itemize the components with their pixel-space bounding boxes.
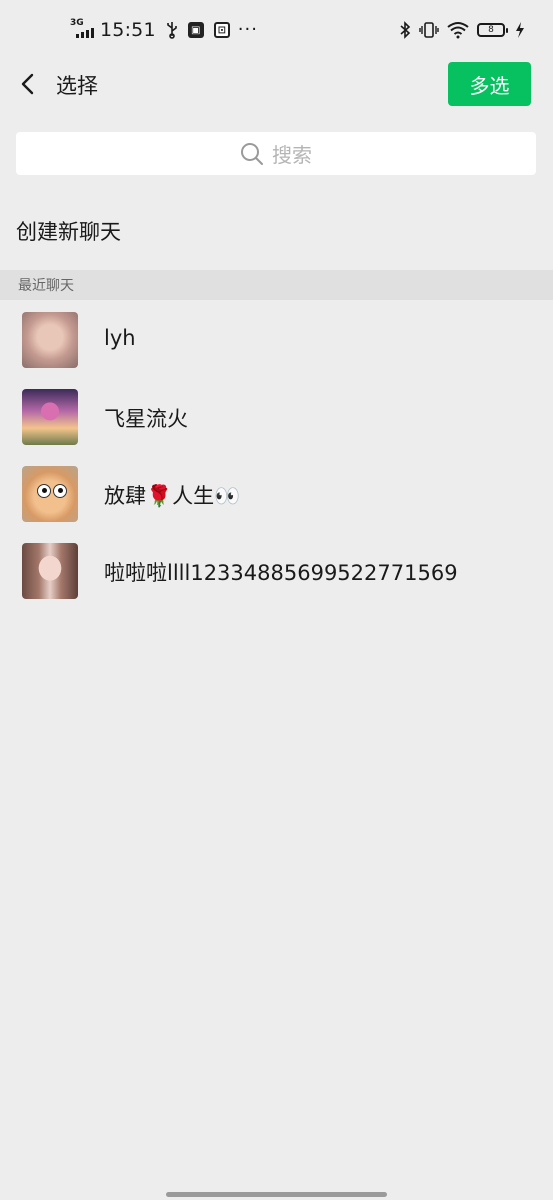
charging-icon — [515, 22, 525, 38]
recent-chats-header: 最近聊天 — [0, 270, 553, 300]
chat-name: 啦啦啦llll12334885699522771569 — [104, 561, 458, 585]
avatar — [22, 389, 78, 445]
bluetooth-icon — [399, 21, 411, 39]
network-type-label: 3G — [70, 18, 84, 28]
chat-item[interactable]: lyh — [0, 300, 553, 377]
section-title: 最近聊天 — [18, 278, 74, 294]
app-notification-icon: ▣ — [187, 22, 204, 38]
more-notifications-icon: ··· — [237, 19, 258, 40]
nav-header: 选择 多选 — [0, 60, 553, 110]
status-time: 15:51 — [100, 19, 156, 41]
home-indicator[interactable] — [166, 1192, 387, 1197]
search-input[interactable]: 搜索 — [16, 132, 536, 175]
status-bar-right: 8 — [391, 18, 525, 42]
avatar — [22, 312, 78, 368]
chat-name: 飞星流火 — [104, 407, 188, 431]
search-icon — [241, 142, 263, 165]
status-bar-left: 3G 15:51 ▣ ⊡ ··· — [70, 18, 258, 42]
app-notification-icon: ⊡ — [213, 22, 230, 38]
search-placeholder: 搜索 — [272, 143, 312, 167]
multi-select-button[interactable]: 多选 — [448, 62, 531, 106]
chevron-left-icon — [21, 73, 34, 95]
chat-name: lyh — [104, 326, 136, 350]
back-button[interactable] — [14, 68, 46, 100]
wifi-icon — [447, 21, 469, 39]
cellular-signal-icon: 3G — [70, 18, 98, 40]
avatar — [22, 466, 78, 522]
create-new-chat-button[interactable]: 创建新聊天 — [16, 216, 121, 246]
recent-chat-list: lyh 飞星流火 放肆🌹人生👀 啦啦啦llll12334885699522771… — [0, 300, 553, 608]
vibrate-icon — [419, 21, 439, 39]
chat-item[interactable]: 啦啦啦llll12334885699522771569 — [0, 531, 553, 608]
usb-icon — [166, 21, 178, 39]
battery-icon: 8 — [477, 23, 508, 37]
status-bar: 3G 15:51 ▣ ⊡ ··· 8 — [0, 0, 553, 60]
chat-item[interactable]: 飞星流火 — [0, 377, 553, 454]
avatar — [22, 543, 78, 599]
page-title: 选择 — [56, 74, 98, 98]
chat-name: 放肆🌹人生👀 — [104, 484, 241, 508]
chat-item[interactable]: 放肆🌹人生👀 — [0, 454, 553, 531]
